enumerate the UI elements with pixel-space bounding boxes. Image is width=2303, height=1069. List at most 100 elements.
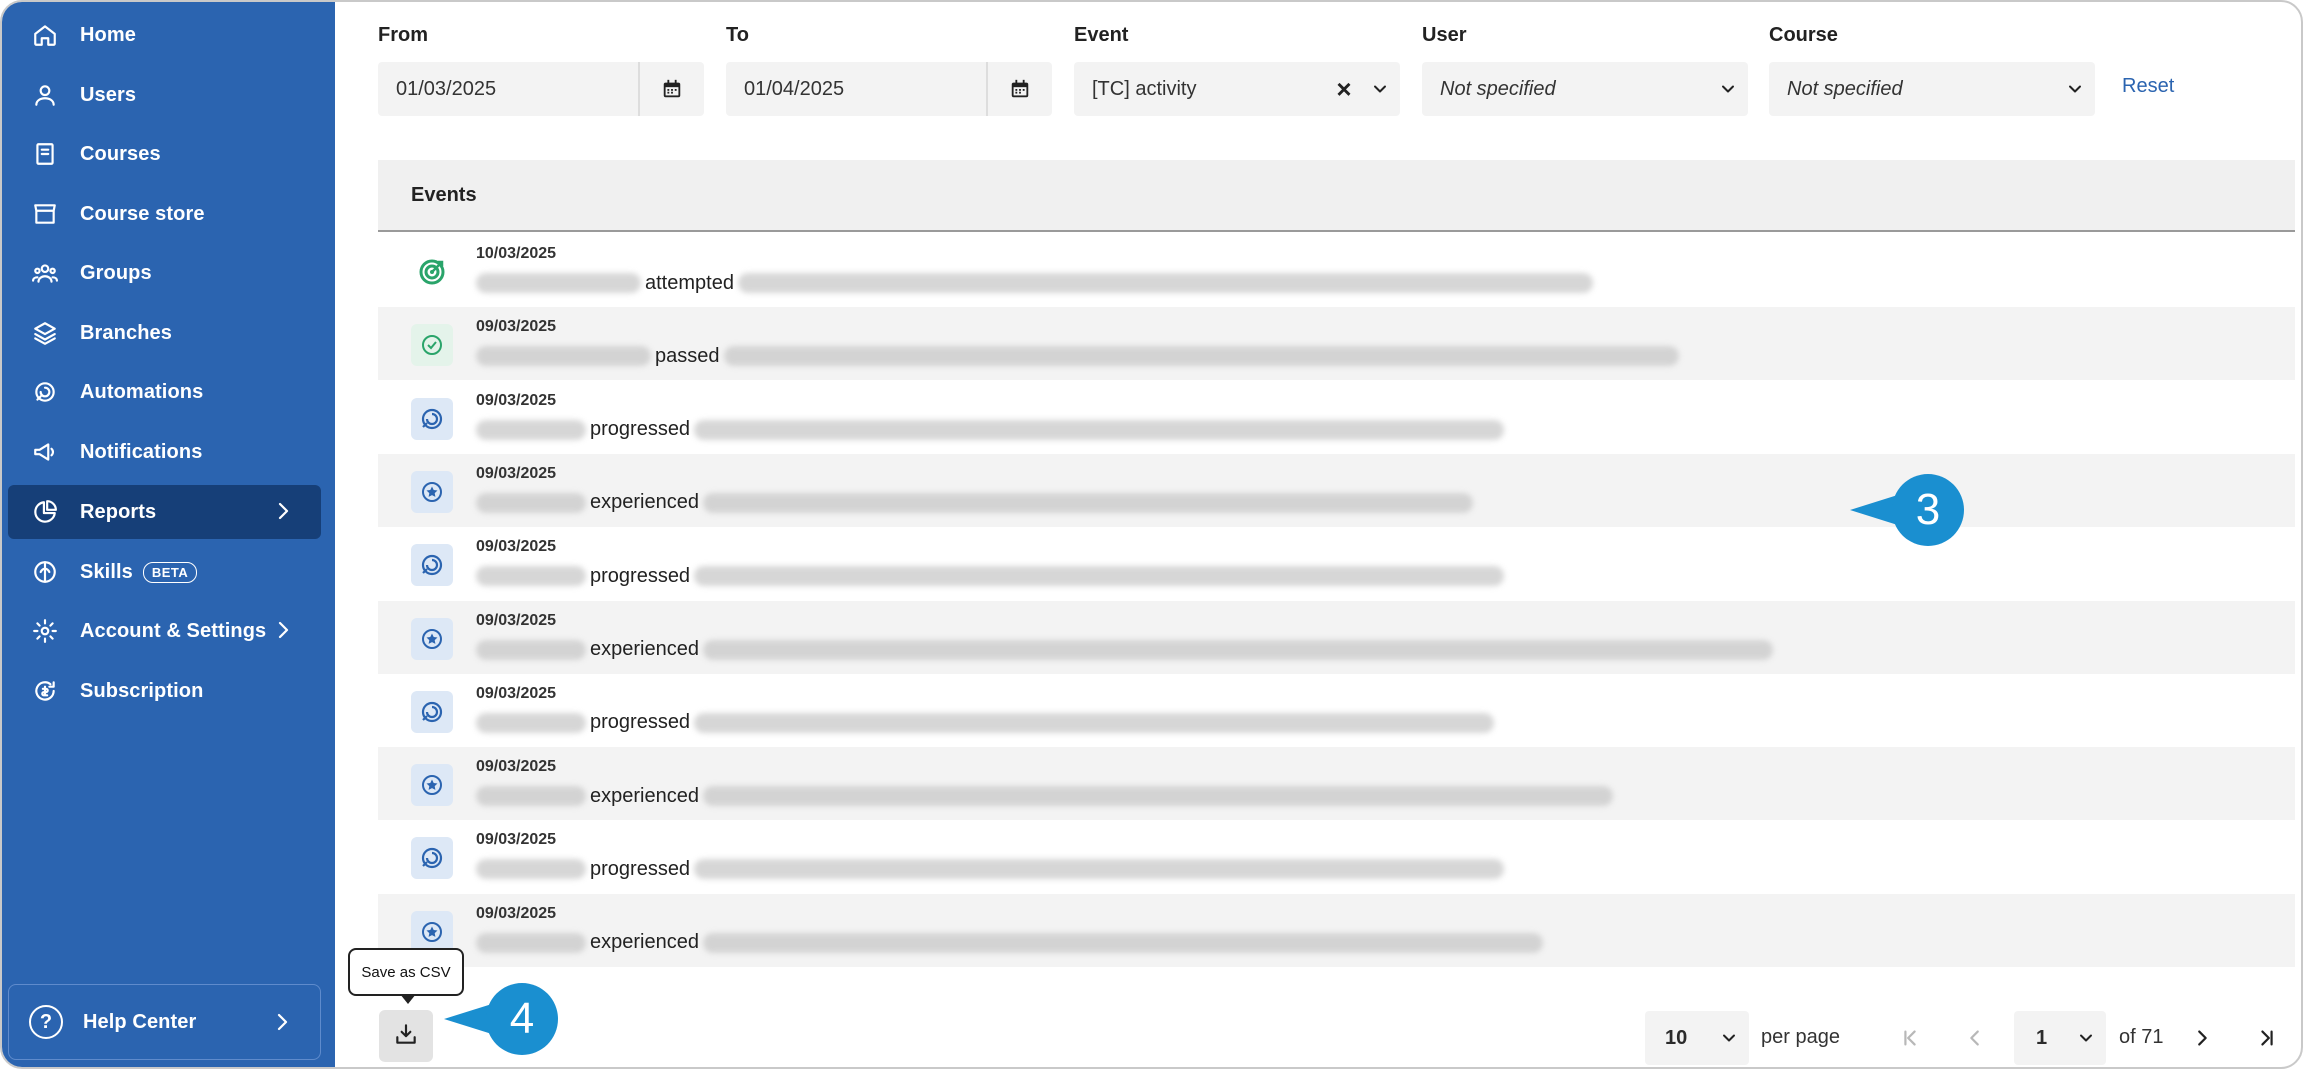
redacted-user-name	[476, 419, 586, 440]
last-page-button[interactable]	[2249, 1020, 2285, 1056]
sidebar-item-automations[interactable]: Automations	[8, 365, 321, 419]
first-page-button[interactable]	[1892, 1020, 1928, 1056]
event-row: 09/03/2025 progressed	[378, 527, 2295, 600]
redacted-event-target	[702, 786, 1613, 807]
event-date: 09/03/2025	[476, 684, 557, 702]
page-count-label: of 71	[2119, 1026, 2164, 1048]
sidebar-item-skills[interactable]: Skills BETA	[8, 545, 321, 599]
sidebar: Home Users Courses Course store Groups B…	[2, 2, 335, 1067]
event-row: 09/03/2025 progressed	[378, 820, 2295, 893]
chevron-right-icon	[271, 499, 295, 523]
chevron-down-icon[interactable]	[1708, 79, 1748, 99]
event-select-value: [TC] activity	[1092, 77, 1197, 100]
sidebar-item-course-store[interactable]: Course store	[8, 187, 321, 241]
event-date: 09/03/2025	[476, 391, 557, 409]
sidebar-item-account-settings[interactable]: Account & Settings	[8, 604, 321, 658]
sidebar-item-label: Courses	[80, 142, 161, 165]
check-circle-icon	[411, 324, 453, 367]
per-page-select[interactable]: 10	[1645, 1011, 1749, 1065]
next-page-button[interactable]	[2184, 1020, 2220, 1056]
to-date-field[interactable]: 01/04/2025	[726, 62, 1052, 116]
sidebar-item-users[interactable]: Users	[8, 68, 321, 122]
calendar-icon[interactable]	[986, 62, 1052, 116]
sidebar-item-courses[interactable]: Courses	[8, 127, 321, 181]
redacted-event-target	[702, 932, 1543, 953]
event-description: experienced	[476, 783, 1613, 809]
event-date: 09/03/2025	[476, 611, 557, 629]
event-verb: experienced	[590, 784, 699, 807]
redacted-user-name	[476, 859, 586, 880]
user-icon	[32, 82, 58, 108]
from-date-field[interactable]: 01/03/2025	[378, 62, 704, 116]
from-label: From	[378, 24, 428, 46]
sidebar-item-notifications[interactable]: Notifications	[8, 425, 321, 479]
sidebar-item-label: Skills	[80, 560, 133, 583]
from-date-value[interactable]: 01/03/2025	[378, 78, 638, 101]
redacted-user-name	[476, 346, 651, 367]
event-label: Event	[1074, 24, 1129, 46]
event-verb: progressed	[590, 857, 691, 880]
chevron-down-icon	[2066, 1028, 2106, 1048]
course-select[interactable]: Not specified	[1769, 62, 2095, 116]
automation-icon	[32, 379, 58, 405]
layers-icon	[32, 320, 58, 346]
to-date-value[interactable]: 01/04/2025	[726, 78, 986, 101]
event-verb: attempted	[645, 271, 734, 294]
event-verb: experienced	[590, 491, 699, 514]
redacted-event-target	[702, 492, 1473, 513]
event-description: progressed	[476, 417, 1505, 443]
beta-badge: BETA	[142, 561, 198, 583]
event-select[interactable]: [TC] activity ×	[1074, 62, 1400, 116]
subscription-icon	[32, 678, 58, 704]
event-date: 09/03/2025	[476, 758, 557, 776]
sidebar-item-reports[interactable]: Reports	[8, 485, 321, 539]
event-row: 09/03/2025 experienced	[378, 747, 2295, 821]
per-page-value: 10	[1665, 1026, 1688, 1049]
sidebar-item-label: Automations	[80, 380, 204, 403]
download-icon	[393, 1021, 419, 1052]
star-badge-icon	[411, 617, 453, 660]
sidebar-item-branches[interactable]: Branches	[8, 306, 321, 360]
reset-link[interactable]: Reset	[2122, 75, 2174, 98]
redacted-event-target	[702, 639, 1773, 660]
event-verb: experienced	[590, 638, 699, 660]
event-description: experienced	[476, 930, 1543, 956]
sidebar-item-label: Branches	[80, 321, 172, 344]
sidebar-item-subscription[interactable]: Subscription	[8, 664, 321, 718]
redacted-user-name	[476, 492, 586, 513]
help-center-button[interactable]: ? Help Center	[8, 984, 321, 1060]
prev-page-button[interactable]	[1957, 1020, 1993, 1056]
redacted-event-target	[694, 859, 1505, 880]
to-label: To	[726, 24, 749, 46]
event-row: 09/03/2025 progressed	[378, 381, 2295, 454]
event-verb: progressed	[590, 711, 691, 734]
step-callout-4: 4	[486, 983, 558, 1055]
event-date: 09/03/2025	[476, 318, 557, 336]
sidebar-item-home[interactable]: Home	[8, 8, 321, 62]
clear-icon[interactable]: ×	[1328, 74, 1360, 105]
event-row: 09/03/2025 experienced	[378, 600, 2295, 674]
chevron-right-icon	[271, 618, 295, 642]
page-select[interactable]: 1	[2014, 1011, 2106, 1065]
sidebar-item-label: Subscription	[80, 679, 204, 702]
gear-icon	[32, 618, 58, 644]
last-page-icon	[2261, 1030, 2273, 1046]
pie-chart-icon	[32, 499, 58, 525]
progress-icon	[411, 397, 453, 440]
calendar-icon[interactable]	[638, 62, 704, 116]
redacted-user-name	[476, 932, 586, 953]
save-as-csv-button[interactable]	[379, 1010, 433, 1062]
progress-icon	[411, 837, 453, 880]
chevron-down-icon	[1709, 1028, 1749, 1048]
chevron-down-icon[interactable]	[2055, 79, 2095, 99]
event-verb: progressed	[590, 418, 691, 441]
per-page-label: per page	[1761, 1026, 1840, 1048]
sidebar-item-label: Account & Settings	[80, 619, 267, 642]
target-icon	[411, 251, 453, 293]
user-select[interactable]: Not specified	[1422, 62, 1748, 116]
sidebar-item-groups[interactable]: Groups	[8, 246, 321, 300]
redacted-event-target	[737, 273, 1593, 293]
event-row: 10/03/2025 attempted	[378, 234, 2295, 307]
chevron-down-icon[interactable]	[1360, 79, 1400, 99]
event-row: 09/03/2025 experienced	[378, 893, 2295, 967]
